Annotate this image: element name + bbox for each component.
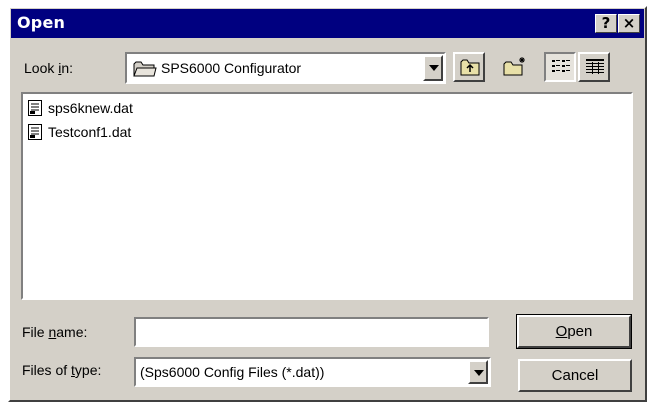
file-list[interactable]: sps6knew.dat Testconf1.dat (21, 92, 633, 300)
up-one-level-button[interactable] (453, 52, 485, 82)
look-in-dropdown-button[interactable] (423, 55, 443, 81)
file-name-label-part: ame: (56, 324, 88, 340)
look-in-label-part: Look (24, 60, 59, 76)
list-view-button[interactable] (544, 52, 576, 82)
chevron-down-icon (429, 65, 439, 71)
file-name: sps6knew.dat (48, 100, 133, 116)
open-dialog: Open ? × Look in: SPS6000 Configurator s… (8, 6, 647, 402)
look-in-label: Look in: (24, 60, 73, 76)
document-icon (28, 100, 42, 119)
details-view-button[interactable] (578, 52, 610, 82)
file-name-label: File name: (22, 324, 87, 340)
file-name: Testconf1.dat (48, 124, 132, 140)
look-in-value: SPS6000 Configurator (161, 60, 302, 76)
help-button[interactable]: ? (595, 14, 617, 33)
file-name-input[interactable] (134, 317, 489, 347)
open-button-accel: O (555, 323, 568, 340)
create-new-folder-button[interactable] (498, 52, 530, 82)
file-type-label: Files of type: (22, 362, 101, 378)
folder-icon (133, 60, 157, 83)
look-in-combobox[interactable]: SPS6000 Configurator (125, 52, 446, 84)
title-bar[interactable]: Open ? × (11, 9, 644, 38)
file-type-dropdown-button[interactable] (468, 360, 488, 384)
file-type-select[interactable]: (Sps6000 Config Files (*.dat)) (134, 357, 491, 387)
close-button[interactable]: × (618, 14, 640, 33)
open-button-label: pen (567, 323, 593, 340)
up-one-level-icon (460, 59, 480, 76)
file-type-label-part: Files of (22, 362, 72, 378)
file-type-value: (Sps6000 Config Files (*.dat)) (140, 364, 325, 380)
dialog-title: Open (17, 13, 66, 32)
open-button[interactable]: Open (516, 314, 632, 349)
create-new-folder-icon (503, 57, 525, 76)
cancel-button[interactable]: Cancel (518, 359, 632, 392)
file-name-label-part: File (22, 324, 49, 340)
details-view-icon (586, 59, 604, 74)
chevron-down-icon (474, 370, 484, 376)
file-type-label-part: ype: (74, 362, 102, 378)
document-icon (28, 124, 42, 143)
list-view-icon (552, 60, 570, 72)
look-in-label-part: n: (61, 60, 74, 76)
